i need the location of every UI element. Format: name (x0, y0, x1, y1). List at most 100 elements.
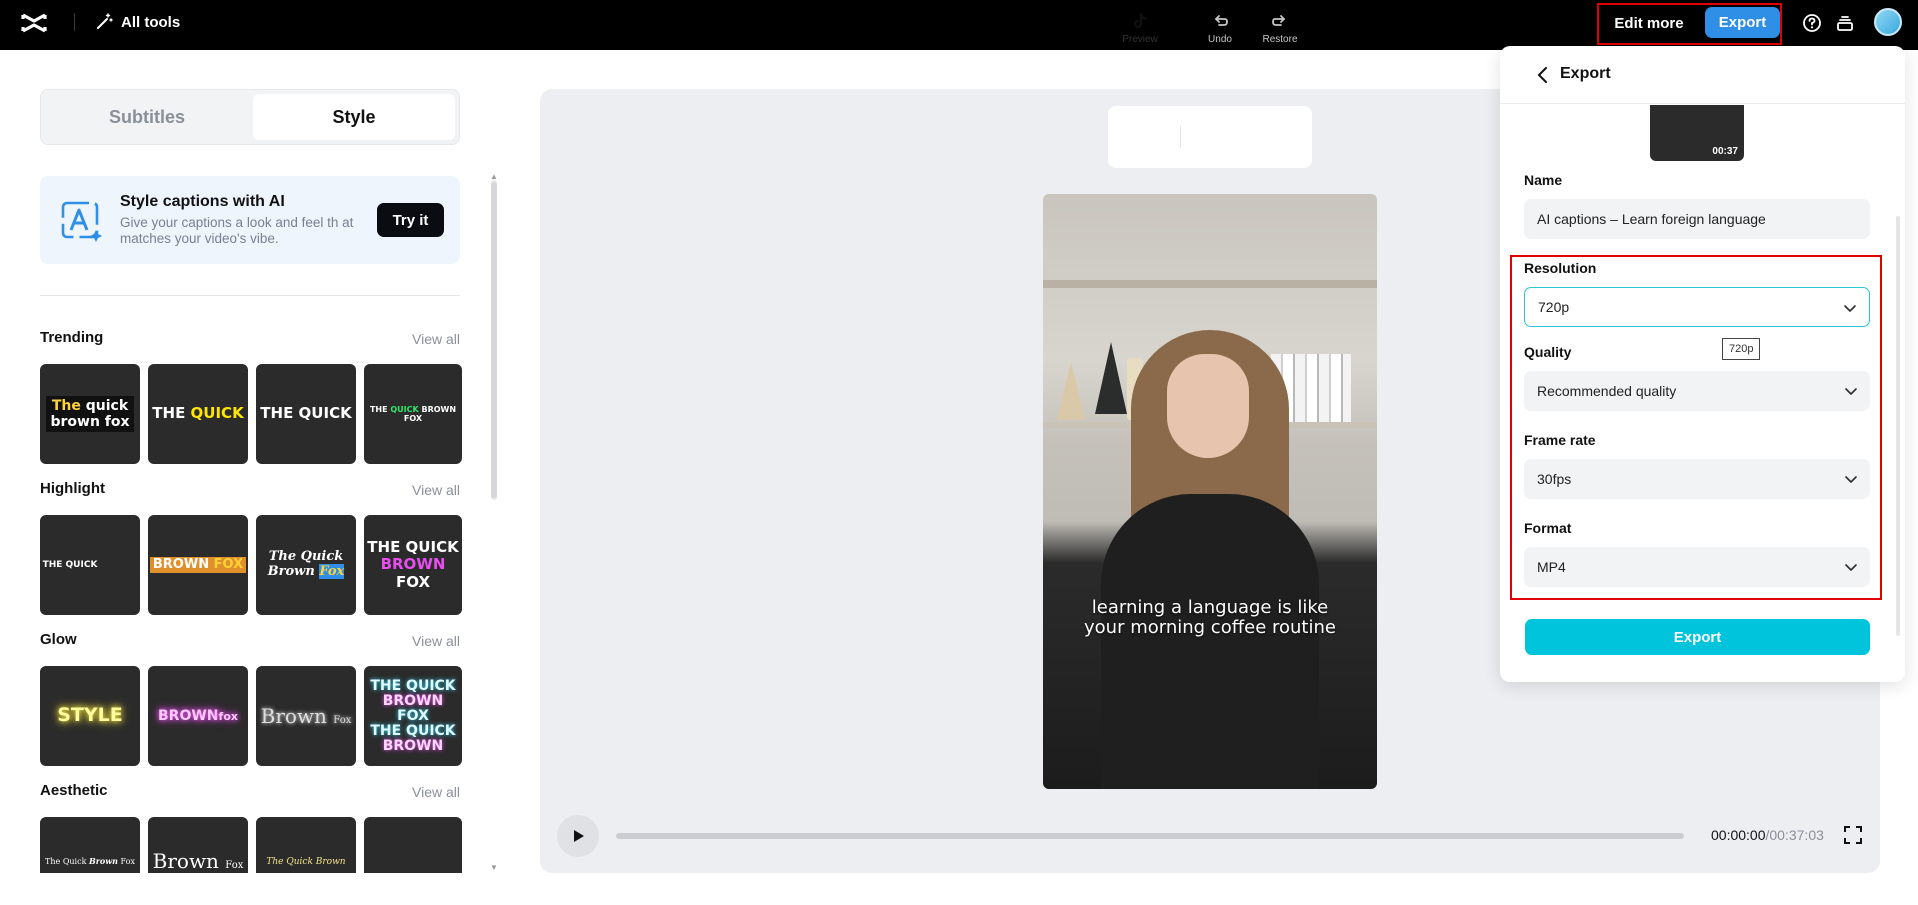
section-title-trending: Trending (40, 329, 104, 346)
style-tile[interactable]: THE QUICK (40, 515, 140, 615)
style-tile[interactable]: BROWN FOX (148, 515, 248, 615)
resolution-select[interactable]: 720p (1524, 287, 1870, 327)
left-divider (40, 295, 460, 296)
style-tile[interactable] (364, 817, 462, 873)
export-top-button[interactable]: Export (1705, 7, 1780, 38)
preview-tool-button[interactable]: Preview (1115, 12, 1165, 45)
topbar-divider (74, 13, 75, 31)
restore-button[interactable]: Restore (1255, 12, 1305, 45)
style-tile[interactable]: The Quick Brown Fox (40, 817, 140, 873)
view-all-aesthetic[interactable]: View all (412, 784, 460, 800)
framerate-label: Frame rate (1524, 432, 1596, 448)
user-avatar[interactable] (1874, 8, 1902, 36)
thumbnail-duration: 00:37 (1712, 146, 1738, 157)
section-title-glow: Glow (40, 631, 77, 648)
export-panel-title: Export (1560, 65, 1611, 82)
section-title-highlight: Highlight (40, 480, 105, 497)
video-thumbnail: 00:37 (1650, 105, 1744, 161)
video-person (1101, 494, 1319, 789)
ai-card-title: Style captions with AI (120, 193, 285, 210)
preview-label: Preview (1122, 34, 1158, 45)
video-scene-shelf (1043, 280, 1377, 288)
style-tile[interactable]: The Quick Brown (256, 817, 356, 873)
tab-style[interactable]: Style (253, 94, 455, 140)
resolution-label: Resolution (1524, 260, 1597, 276)
scroll-down-icon[interactable]: ▼ (490, 863, 498, 872)
preview-toolbar (1108, 106, 1312, 168)
subtitle-line-1: learning a language is like (1091, 597, 1329, 618)
style-tile[interactable]: Brown Fox (256, 666, 356, 766)
edit-more-button[interactable]: Edit more (1604, 8, 1694, 38)
export-panel: Export 00:37 Name AI captions – Learn fo… (1500, 46, 1905, 682)
framerate-select[interactable]: 30fps (1524, 459, 1870, 499)
subtitle-style-tabs: Subtitles Style (40, 89, 460, 145)
style-tile[interactable]: BROWNfox (148, 666, 248, 766)
view-all-glow[interactable]: View all (412, 633, 460, 649)
undo-button[interactable]: Undo (1195, 12, 1245, 45)
chevron-down-icon (1845, 388, 1857, 395)
stack-icon[interactable] (1834, 12, 1856, 34)
ai-text-icon (61, 201, 102, 242)
ai-card-description: Give your captions a look and feel th at… (120, 215, 354, 246)
style-tile[interactable]: THE QUICK (148, 364, 248, 464)
left-scrollbar-thumb[interactable] (491, 182, 497, 498)
time-display: 00:00:00/00:37:03 (1711, 827, 1824, 843)
aesthetic-tiles: The Quick Brown Fox Brown Fox The Quick … (40, 817, 462, 873)
resolution-tooltip: 720p (1722, 338, 1761, 360)
top-bar: All tools Edit more Export (0, 0, 1918, 50)
all-tools-label: All tools (121, 13, 181, 31)
back-arrow-icon[interactable] (1534, 66, 1552, 84)
magic-wand-icon (97, 13, 113, 29)
ai-style-card: Style captions with AI Give your caption… (40, 176, 460, 264)
toolbar-separator (1180, 126, 1181, 148)
chevron-down-icon (1845, 564, 1857, 571)
restore-label: Restore (1262, 34, 1298, 45)
try-it-button[interactable]: Try it (377, 203, 444, 237)
video-scene-decor (1057, 362, 1085, 420)
video-person (1167, 354, 1249, 458)
tab-subtitles[interactable]: Subtitles (47, 94, 247, 140)
subtitle-line-2: your morning coffee routine (1084, 617, 1336, 638)
style-tile[interactable]: THE QUICK (256, 364, 356, 464)
video-preview[interactable]: learning a language is like your morning… (1043, 194, 1377, 789)
chevron-down-icon (1844, 305, 1856, 312)
format-label: Format (1524, 520, 1572, 536)
capcut-logo-icon[interactable] (20, 11, 48, 35)
all-tools-button[interactable]: All tools (95, 12, 180, 32)
section-title-aesthetic: Aesthetic (40, 782, 108, 799)
undo-label: Undo (1208, 34, 1232, 45)
name-label: Name (1524, 172, 1563, 188)
style-tile[interactable]: THE QUICK BROWN FOX THE QUICK BROWN (364, 666, 462, 766)
help-icon[interactable] (1801, 12, 1823, 34)
name-input[interactable]: AI captions – Learn foreign language (1524, 199, 1870, 239)
style-tile[interactable]: STYLE (40, 666, 140, 766)
panel-scrollbar[interactable] (1896, 216, 1900, 636)
video-subtitle[interactable]: learning a language is like your morning… (1043, 598, 1377, 638)
style-tile[interactable]: THE QUICK BROWN FOX (364, 364, 462, 464)
highlight-tiles: THE QUICK BROWN FOX The Quick Brown Fox T… (40, 515, 462, 615)
format-select[interactable]: MP4 (1524, 547, 1870, 587)
quality-value: Recommended quality (1537, 383, 1677, 399)
quality-select[interactable]: Recommended quality (1524, 371, 1870, 411)
trending-tiles: The quick brown fox THE QUICK THE QUICK T… (40, 364, 462, 464)
play-icon (574, 830, 584, 842)
video-scene-decor (1095, 342, 1127, 414)
glow-tiles: STYLE BROWNfox Brown Fox THE QUICK BROWN F… (40, 666, 462, 766)
style-tile[interactable]: The Quick Brown Fox (256, 515, 356, 615)
time-current: 00:00:00 (1711, 827, 1766, 843)
export-button[interactable]: Export (1525, 619, 1870, 655)
time-total: /00:37:03 (1765, 827, 1824, 843)
view-all-trending[interactable]: View all (412, 331, 460, 347)
view-all-highlight[interactable]: View all (412, 482, 460, 498)
play-button[interactable] (557, 815, 599, 857)
export-panel-header: Export (1500, 46, 1905, 104)
format-value: MP4 (1537, 559, 1566, 575)
fullscreen-icon[interactable] (1843, 825, 1863, 845)
progress-bar[interactable] (616, 833, 1684, 839)
quality-label: Quality (1524, 344, 1572, 360)
redo-icon (1272, 15, 1285, 26)
framerate-value: 30fps (1537, 471, 1572, 487)
style-tile[interactable]: The quick brown fox (40, 364, 140, 464)
style-tile[interactable]: Brown Fox (148, 817, 248, 873)
style-tile[interactable]: THE QUICK BROWN FOX (364, 515, 462, 615)
